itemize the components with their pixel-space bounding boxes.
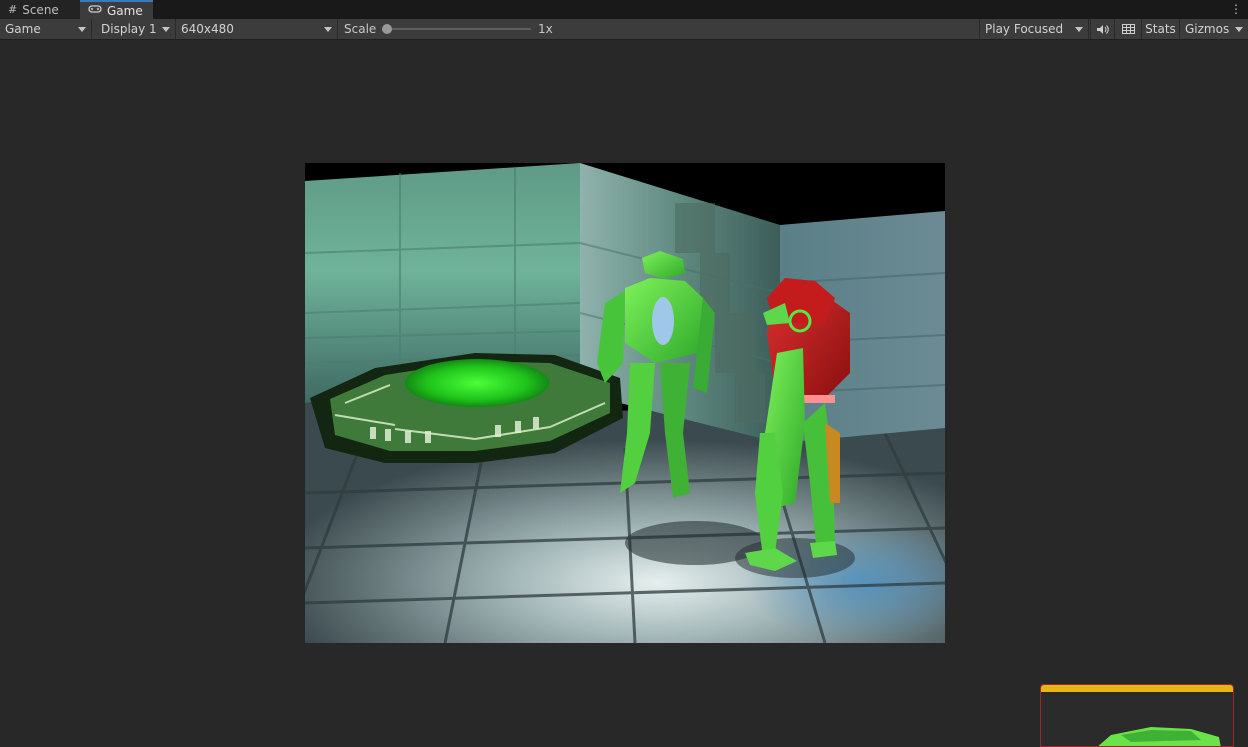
speaker-icon xyxy=(1097,24,1109,34)
tab-scene[interactable]: # Scene xyxy=(0,0,80,19)
scale-control: Scale 1x xyxy=(338,19,978,39)
tab-strip: # Scene Game ⋮ xyxy=(0,0,1248,19)
scale-label: Scale xyxy=(344,22,377,36)
tab-game-label: Game xyxy=(107,3,143,18)
stats-grid-button[interactable] xyxy=(1114,19,1141,39)
game-scene-render xyxy=(305,163,945,643)
chevron-down-icon xyxy=(78,27,86,32)
stats-label: Stats xyxy=(1145,22,1176,36)
game-mode-value: Game xyxy=(5,22,41,36)
grid-icon: # xyxy=(8,3,18,16)
chevron-down-icon xyxy=(1075,27,1083,32)
tab-scene-label: Scene xyxy=(22,2,59,17)
scale-slider-track[interactable] xyxy=(386,28,531,30)
display-dropdown[interactable]: Display 1 xyxy=(96,19,176,39)
overlay-preview-image xyxy=(1098,727,1221,746)
game-render-viewport[interactable] xyxy=(305,163,945,643)
play-mode-value: Play Focused xyxy=(985,22,1064,36)
game-toolbar: Game Display 1 640x480 Scale 1x Play Foc… xyxy=(0,19,1248,40)
display-value: Display 1 xyxy=(101,22,157,36)
game-window: # Scene Game ⋮ Game Display 1 640x480 Sc… xyxy=(0,0,1248,747)
chevron-down-icon xyxy=(1235,27,1243,32)
scale-value: 1x xyxy=(538,22,553,36)
gizmos-dropdown[interactable]: Gizmos xyxy=(1179,19,1248,39)
mute-audio-button[interactable] xyxy=(1090,19,1114,39)
resolution-value: 640x480 xyxy=(181,22,234,36)
gizmos-label: Gizmos xyxy=(1185,22,1230,36)
scale-slider-thumb[interactable] xyxy=(382,24,392,34)
resolution-dropdown[interactable]: 640x480 xyxy=(176,19,338,39)
stats-button[interactable]: Stats xyxy=(1141,19,1179,39)
game-mode-dropdown[interactable]: Game xyxy=(0,19,92,39)
more-options-icon[interactable]: ⋮ xyxy=(1230,1,1242,17)
chevron-down-icon xyxy=(162,27,170,32)
chevron-down-icon xyxy=(324,27,332,32)
tab-game[interactable]: Game xyxy=(80,0,153,19)
overlay-preview-card[interactable] xyxy=(1040,684,1234,747)
grid-table-icon xyxy=(1121,24,1135,34)
gamepad-icon xyxy=(88,4,102,17)
play-mode-dropdown[interactable]: Play Focused xyxy=(979,19,1089,39)
